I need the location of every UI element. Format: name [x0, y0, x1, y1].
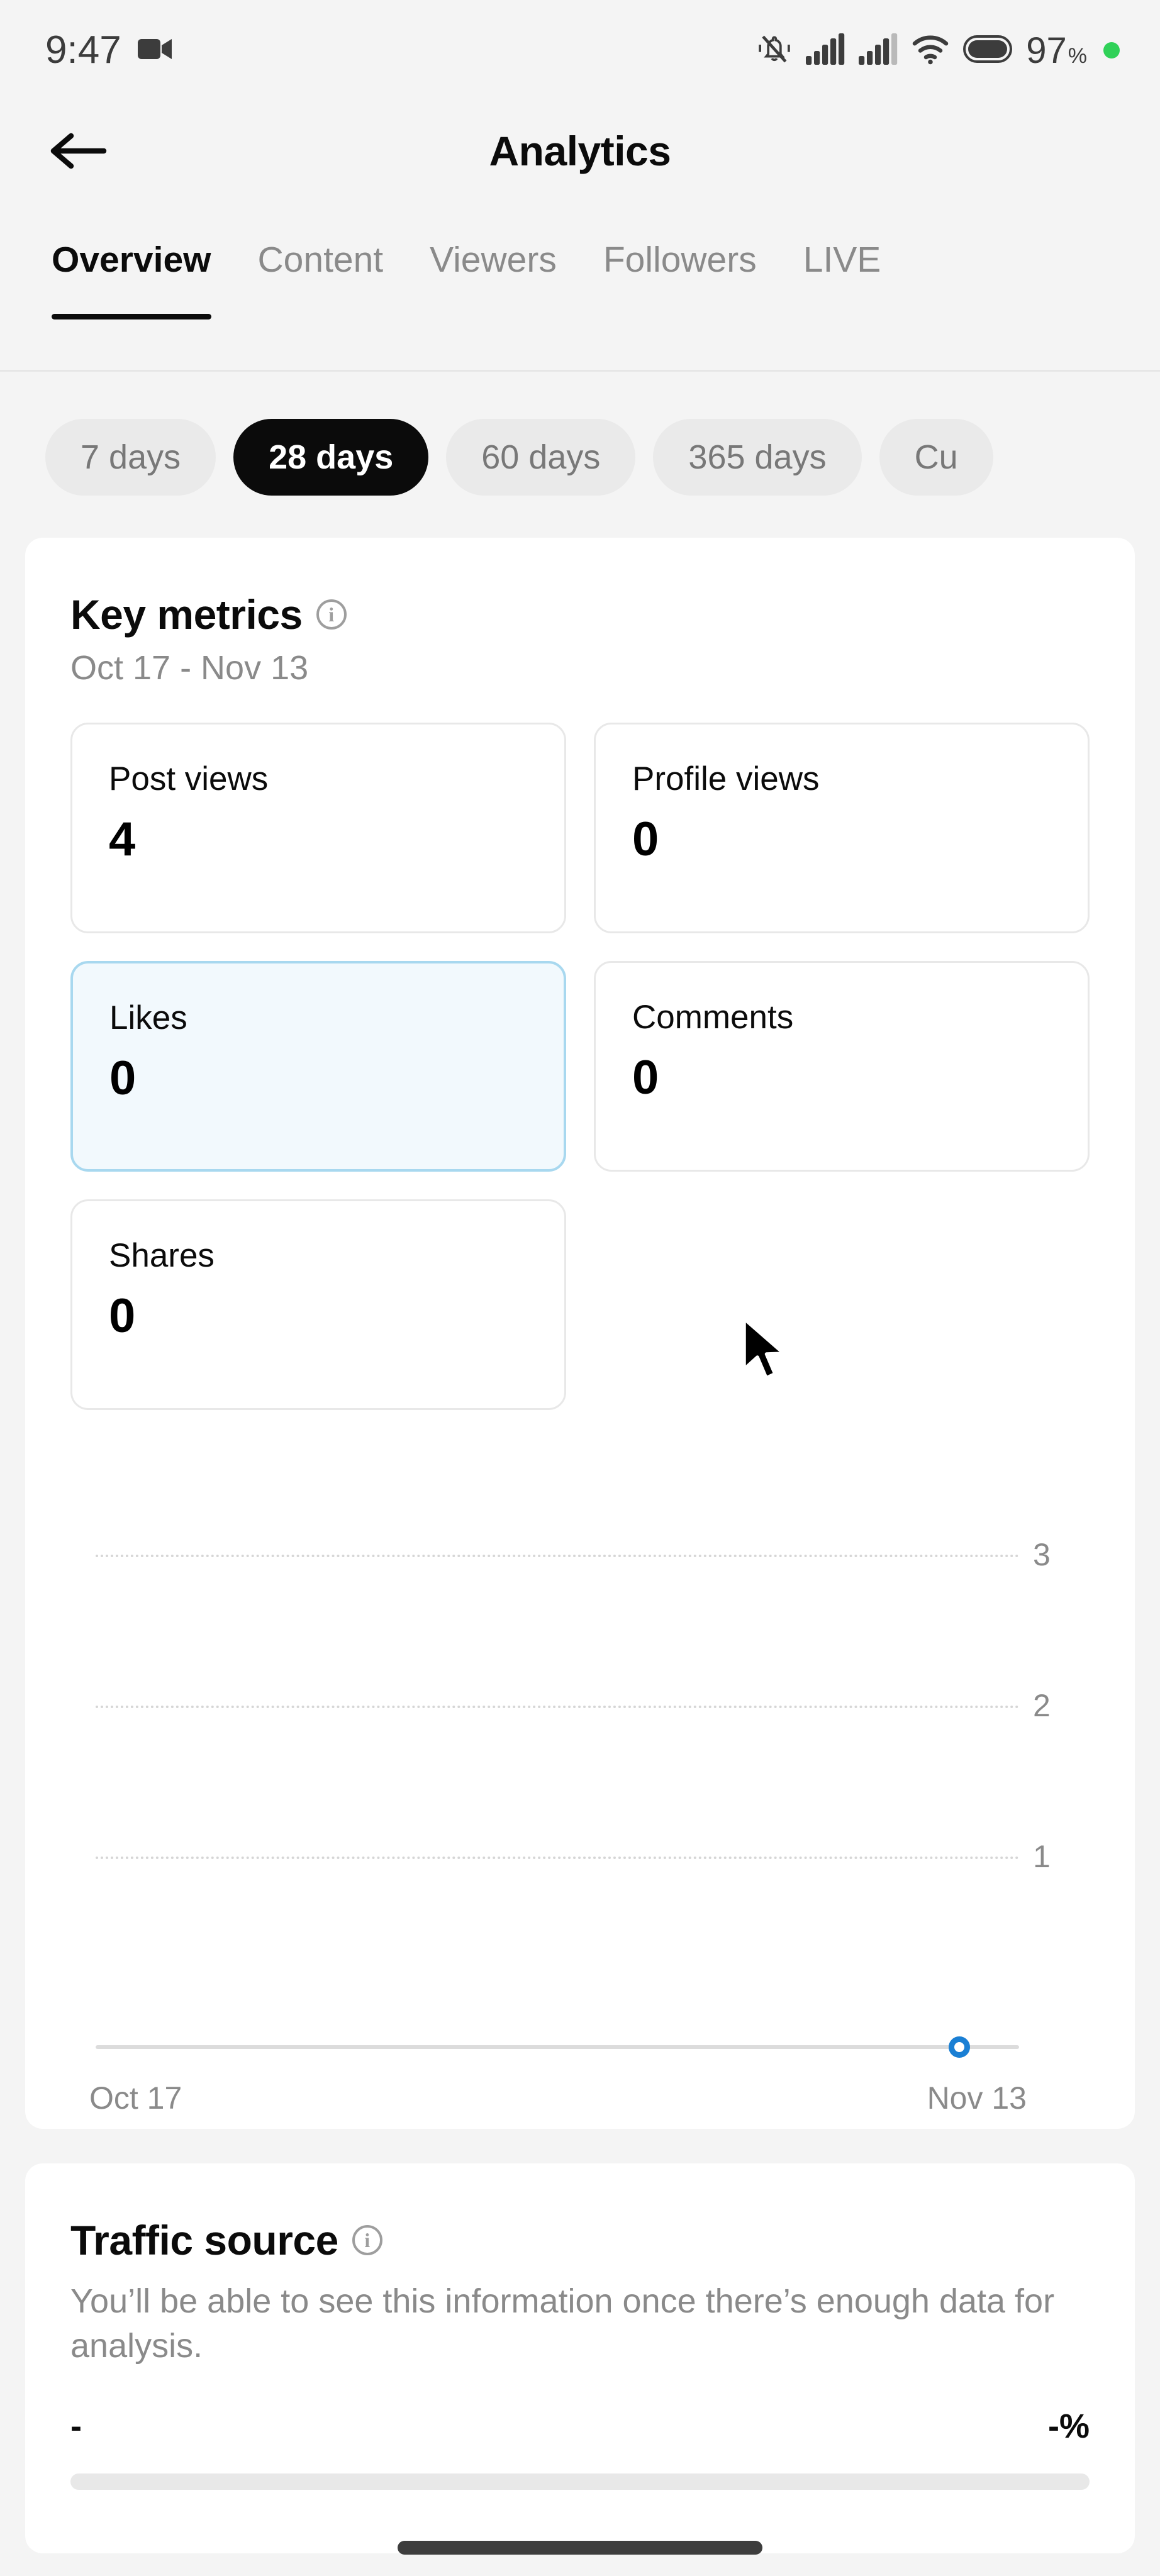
signal-bars-icon-1 [806, 33, 845, 68]
gridline-label-2: 2 [1033, 1688, 1051, 1723]
app-header: Analytics [0, 101, 1160, 201]
metric-label: Shares [109, 1237, 215, 1274]
percent-symbol: % [1068, 43, 1087, 68]
likes-trend-chart: 3 2 1 Oct 17 Nov 13 [70, 1460, 1090, 2116]
battery-percent-value: 97 [1026, 30, 1067, 71]
gridline-2 [96, 1706, 1019, 1708]
home-indicator[interactable] [398, 2541, 762, 2555]
metric-tile-empty-slot [594, 1199, 1090, 1410]
bell-mute-icon [757, 31, 792, 70]
status-bar-clock: 9:47 [45, 28, 121, 72]
pill-60-days[interactable]: 60 days [446, 419, 636, 496]
traffic-source-row-label: - [70, 2407, 82, 2445]
gridline-label-3: 3 [1033, 1537, 1051, 1572]
metric-tile-post-views[interactable]: Post views 4 [70, 723, 566, 933]
metric-value: 0 [632, 1051, 659, 1104]
metric-label: Profile views [632, 760, 820, 797]
chart-x-label-start: Oct 17 [89, 2080, 182, 2116]
date-range-pills: 7 days 28 days 60 days 365 days Cu [0, 397, 1160, 517]
metric-value: 0 [109, 1289, 135, 1343]
metric-value: 0 [632, 813, 659, 866]
page-title: Analytics [489, 128, 671, 174]
metric-tiles-grid: Post views 4 Profile views 0 Likes 0 Com… [25, 687, 1135, 1410]
metric-tile-likes[interactable]: Likes 0 [70, 961, 566, 1172]
tab-viewers[interactable]: Viewers [406, 234, 580, 280]
status-bar-right: 97% [757, 30, 1120, 72]
traffic-source-row: - -% [25, 2369, 1135, 2446]
metric-tile-profile-views[interactable]: Profile views 0 [594, 723, 1090, 933]
metric-tile-comments[interactable]: Comments 0 [594, 961, 1090, 1172]
gridline-1 [96, 1857, 1019, 1859]
info-icon[interactable]: i [352, 2225, 382, 2255]
chart-x-label-end: Nov 13 [927, 2080, 1027, 2116]
tab-bar: Overview Content Viewers Followers LIVE [0, 234, 1160, 371]
signal-bars-icon-2 [859, 33, 898, 68]
tab-content[interactable]: Content [235, 234, 407, 280]
key-metrics-title: Key metrics [70, 591, 303, 638]
tab-bar-divider [0, 370, 1160, 372]
chart-baseline-series [96, 2045, 1019, 2049]
status-bar: 9:47 97 % [0, 0, 1160, 101]
chart-x-axis-labels: Oct 17 Nov 13 [89, 2080, 1027, 2116]
video-camera-icon [137, 36, 173, 65]
battery-percent: 97% [1026, 30, 1087, 72]
pill-365-days[interactable]: 365 days [653, 419, 862, 496]
pill-7-days[interactable]: 7 days [45, 419, 216, 496]
tab-live[interactable]: LIVE [780, 234, 905, 280]
key-metrics-date-range: Oct 17 - Nov 13 [70, 649, 309, 687]
green-status-dot [1103, 42, 1120, 58]
gridline-label-1: 1 [1033, 1839, 1051, 1874]
status-bar-left: 9:47 [45, 31, 173, 70]
metric-value: 4 [109, 813, 135, 866]
metric-label: Comments [632, 999, 794, 1036]
traffic-source-title: Traffic source [70, 2217, 338, 2263]
tab-overview[interactable]: Overview [44, 234, 235, 319]
traffic-source-progress-bar [70, 2473, 1090, 2490]
pill-custom[interactable]: Cu [879, 419, 993, 496]
chart-data-point-marker[interactable] [948, 2036, 970, 2058]
key-metrics-header: Key metrics i [25, 538, 1135, 638]
wifi-icon [912, 33, 949, 68]
battery-icon [963, 35, 1013, 66]
back-arrow-icon[interactable] [44, 116, 113, 186]
gridline-3 [96, 1555, 1019, 1557]
info-icon[interactable]: i [316, 599, 347, 630]
key-metrics-card: Key metrics i Oct 17 - Nov 13 Post views… [25, 538, 1135, 2129]
traffic-source-card: Traffic source i You’ll be able to see t… [25, 2163, 1135, 2553]
traffic-source-description: You’ll be able to see this information o… [70, 2282, 1055, 2365]
metric-label: Likes [109, 999, 187, 1036]
metric-value: 0 [109, 1052, 136, 1105]
tab-followers[interactable]: Followers [580, 234, 780, 280]
metric-tile-shares[interactable]: Shares 0 [70, 1199, 566, 1410]
traffic-source-row-value: -% [1048, 2407, 1090, 2445]
pill-28-days[interactable]: 28 days [233, 419, 429, 496]
phone-screen: 9:47 97 % Analytics Overview Content Vie… [0, 0, 1160, 2576]
traffic-source-header: Traffic source i [25, 2163, 1135, 2264]
metric-label: Post views [109, 760, 269, 797]
